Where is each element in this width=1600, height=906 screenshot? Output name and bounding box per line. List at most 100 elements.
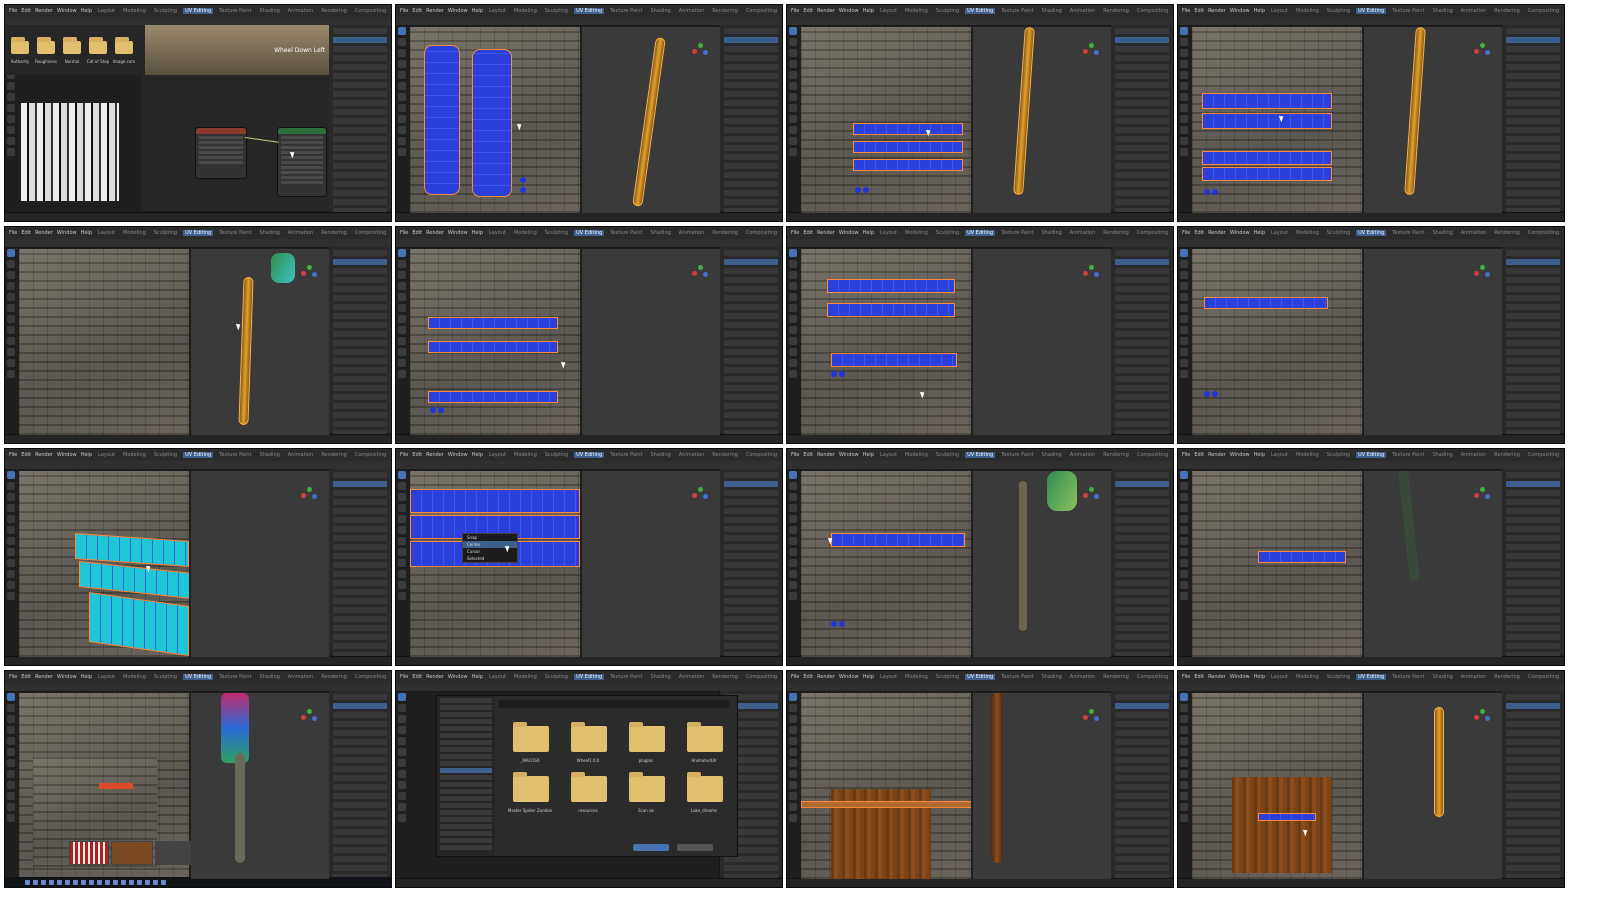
uv-island[interactable] xyxy=(831,353,957,367)
property-row[interactable] xyxy=(333,118,387,124)
property-row[interactable] xyxy=(1506,739,1560,745)
tool-icon[interactable] xyxy=(7,304,15,312)
uv-island-small[interactable] xyxy=(520,187,526,193)
node-socket[interactable] xyxy=(281,136,323,139)
uv-editor[interactable] xyxy=(19,471,189,657)
property-row[interactable] xyxy=(333,259,387,265)
tool-icon[interactable] xyxy=(789,471,797,479)
property-row[interactable] xyxy=(1115,562,1169,568)
uv-island[interactable] xyxy=(424,45,460,195)
property-row[interactable] xyxy=(1506,856,1560,862)
property-row[interactable] xyxy=(1115,517,1169,523)
property-row[interactable] xyxy=(724,616,778,622)
property-row[interactable] xyxy=(333,55,387,61)
property-row[interactable] xyxy=(724,304,778,310)
property-row[interactable] xyxy=(1506,181,1560,187)
navigation-gizmo[interactable] xyxy=(301,265,317,281)
property-row[interactable] xyxy=(724,367,778,373)
tool-icon[interactable] xyxy=(1180,504,1188,512)
workspace-tab[interactable]: Sculpting xyxy=(934,674,961,680)
property-row[interactable] xyxy=(724,490,778,496)
menu-item[interactable]: Help xyxy=(81,452,92,458)
workspace-tab[interactable]: Animation xyxy=(286,674,316,680)
workspace-tab[interactable]: UV Editing xyxy=(965,230,996,236)
tool-icon[interactable] xyxy=(789,726,797,734)
workspace-tab[interactable]: Compositing xyxy=(353,230,388,236)
gizmo-z-icon[interactable] xyxy=(703,494,708,499)
property-row[interactable] xyxy=(724,277,778,283)
3d-viewport[interactable] xyxy=(973,693,1111,879)
gizmo-x-icon[interactable] xyxy=(1474,715,1479,720)
property-row[interactable] xyxy=(333,154,387,160)
3d-viewport[interactable] xyxy=(191,471,329,657)
gizmo-z-icon[interactable] xyxy=(1094,494,1099,499)
menu-item[interactable]: File xyxy=(1182,674,1190,680)
property-row[interactable] xyxy=(1506,634,1560,640)
gizmo-z-icon[interactable] xyxy=(703,50,708,55)
gizmo-y-icon[interactable] xyxy=(1089,487,1094,492)
menu-item[interactable]: Edit xyxy=(412,674,422,680)
property-row[interactable] xyxy=(724,136,778,142)
tool-icon[interactable] xyxy=(398,71,406,79)
property-row[interactable] xyxy=(333,412,387,418)
workspace-tab[interactable]: Animation xyxy=(1459,230,1489,236)
property-row[interactable] xyxy=(1115,535,1169,541)
tool-icon[interactable] xyxy=(789,803,797,811)
property-row[interactable] xyxy=(333,499,387,505)
menu-item[interactable]: Window xyxy=(448,230,468,236)
menu-item[interactable]: Edit xyxy=(21,8,31,14)
workspace-tab[interactable]: Animation xyxy=(1068,230,1098,236)
property-row[interactable] xyxy=(1506,544,1560,550)
cancel-button[interactable] xyxy=(677,844,713,851)
property-row[interactable] xyxy=(333,385,387,391)
property-row[interactable] xyxy=(333,349,387,355)
property-row[interactable] xyxy=(1506,109,1560,115)
property-row[interactable] xyxy=(724,82,778,88)
workspace-tab[interactable]: Sculpting xyxy=(1325,8,1352,14)
workspace-tab[interactable]: Sculpting xyxy=(543,8,570,14)
uv-island[interactable] xyxy=(827,279,955,293)
tool-icon[interactable] xyxy=(789,93,797,101)
property-row[interactable] xyxy=(1506,847,1560,853)
property-row[interactable] xyxy=(333,748,387,754)
property-row[interactable] xyxy=(1115,304,1169,310)
property-row[interactable] xyxy=(333,421,387,427)
property-row[interactable] xyxy=(333,526,387,532)
gizmo-x-icon[interactable] xyxy=(1083,271,1088,276)
tool-icon[interactable] xyxy=(1180,803,1188,811)
tool-icon[interactable] xyxy=(7,526,15,534)
tool-icon[interactable] xyxy=(398,482,406,490)
workspace-tab[interactable]: Layout xyxy=(878,8,899,14)
tool-icon[interactable] xyxy=(789,504,797,512)
property-row[interactable] xyxy=(1115,499,1169,505)
menu-item[interactable]: File xyxy=(9,452,17,458)
tool-icon[interactable] xyxy=(398,814,406,822)
shader-node[interactable] xyxy=(195,127,247,179)
property-row[interactable] xyxy=(1115,730,1169,736)
menu-item[interactable]: Help xyxy=(863,230,874,236)
property-row[interactable] xyxy=(724,46,778,52)
3d-viewport[interactable] xyxy=(973,471,1111,657)
property-row[interactable] xyxy=(1506,136,1560,142)
tool-icon[interactable] xyxy=(789,526,797,534)
uv-island[interactable] xyxy=(853,159,963,171)
mesh-object[interactable] xyxy=(1013,27,1035,196)
menu-item[interactable]: Help xyxy=(81,674,92,680)
workspace-tab[interactable]: Texture Paint xyxy=(217,674,253,680)
property-row[interactable] xyxy=(1506,82,1560,88)
property-row[interactable] xyxy=(1115,322,1169,328)
uv-island[interactable] xyxy=(1204,297,1328,309)
menu-item[interactable]: File xyxy=(400,8,408,14)
taskbar-icon[interactable] xyxy=(161,879,166,885)
menu-item[interactable]: Render xyxy=(817,674,835,680)
property-row[interactable] xyxy=(333,331,387,337)
property-row[interactable] xyxy=(333,403,387,409)
property-row[interactable] xyxy=(1115,349,1169,355)
property-row[interactable] xyxy=(1506,73,1560,79)
navigation-gizmo[interactable] xyxy=(692,487,708,503)
workspace-tab[interactable]: Compositing xyxy=(744,230,779,236)
property-row[interactable] xyxy=(724,313,778,319)
navigation-gizmo[interactable] xyxy=(1474,709,1490,725)
workspace-tab[interactable]: Animation xyxy=(286,230,316,236)
folder-icon[interactable] xyxy=(115,37,133,54)
